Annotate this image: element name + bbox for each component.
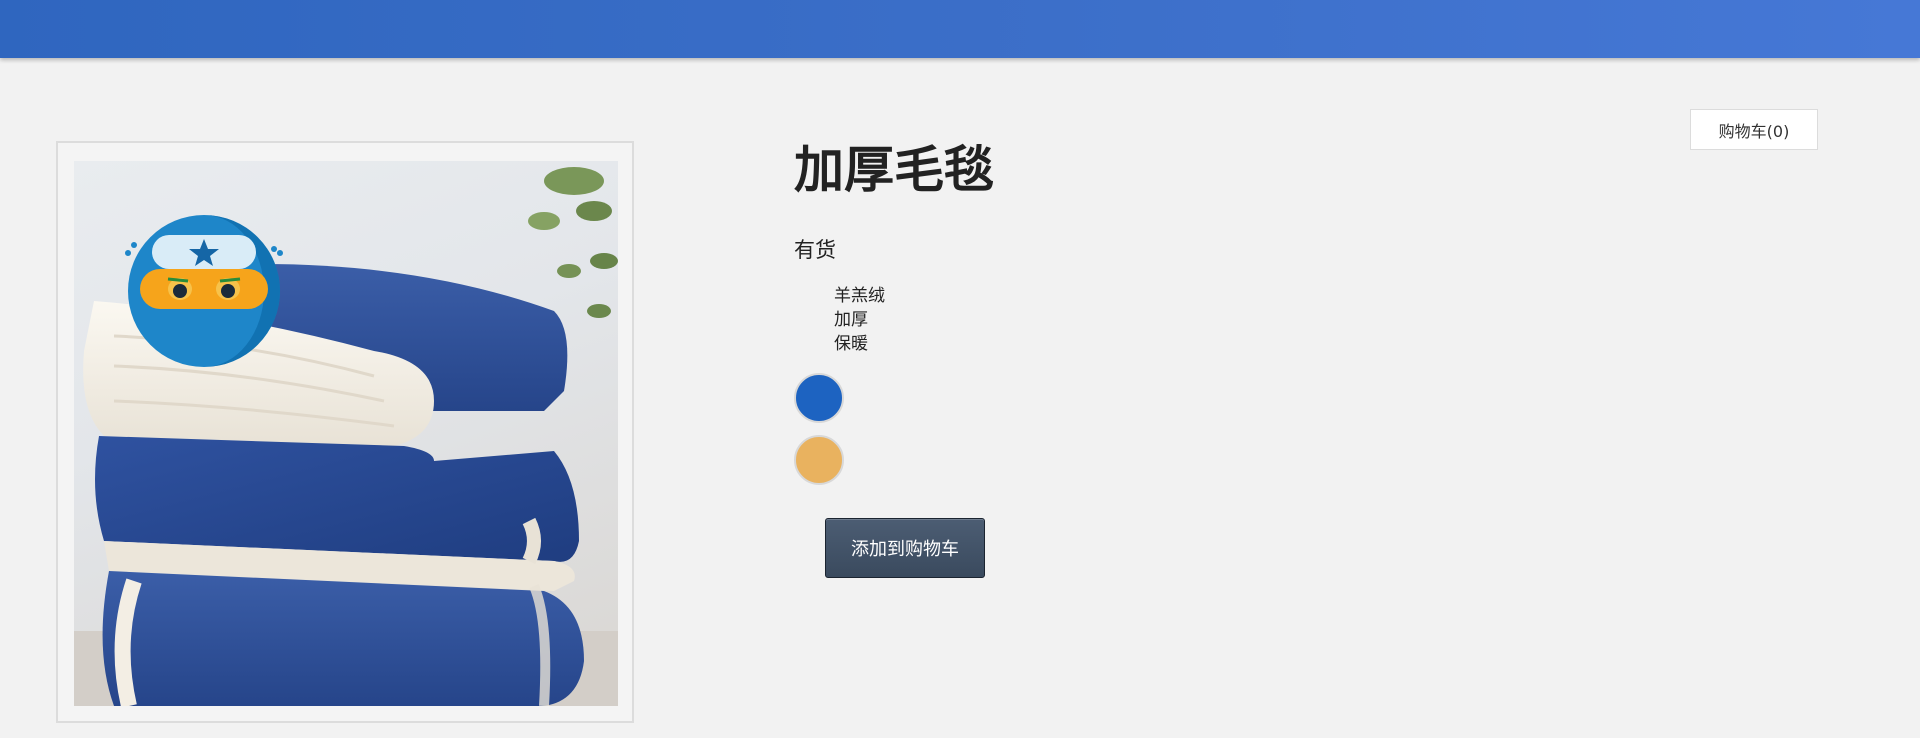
- feature-item: 加厚: [834, 310, 868, 330]
- product-title: 加厚毛毯: [794, 141, 994, 199]
- top-navigation-bar: [0, 0, 1920, 58]
- product-image-frame: [56, 141, 634, 723]
- add-to-cart-button[interactable]: 添加到购物车: [825, 518, 985, 578]
- cart-button[interactable]: 购物车(0): [1690, 109, 1818, 150]
- color-swatch-gold[interactable]: [794, 435, 844, 485]
- feature-list: 羊羔绒 加厚 保暖: [834, 284, 885, 356]
- add-to-cart-label: 添加到购物车: [851, 539, 959, 560]
- cart-button-label: 购物车(0): [1718, 121, 1790, 141]
- color-swatch-blue[interactable]: [794, 373, 844, 423]
- product-image: [74, 161, 618, 706]
- ninja-mascot-icon: [125, 215, 283, 367]
- feature-item: 羊羔绒: [834, 286, 885, 306]
- feature-item: 保暖: [834, 334, 868, 354]
- stock-status: 有货: [794, 238, 836, 262]
